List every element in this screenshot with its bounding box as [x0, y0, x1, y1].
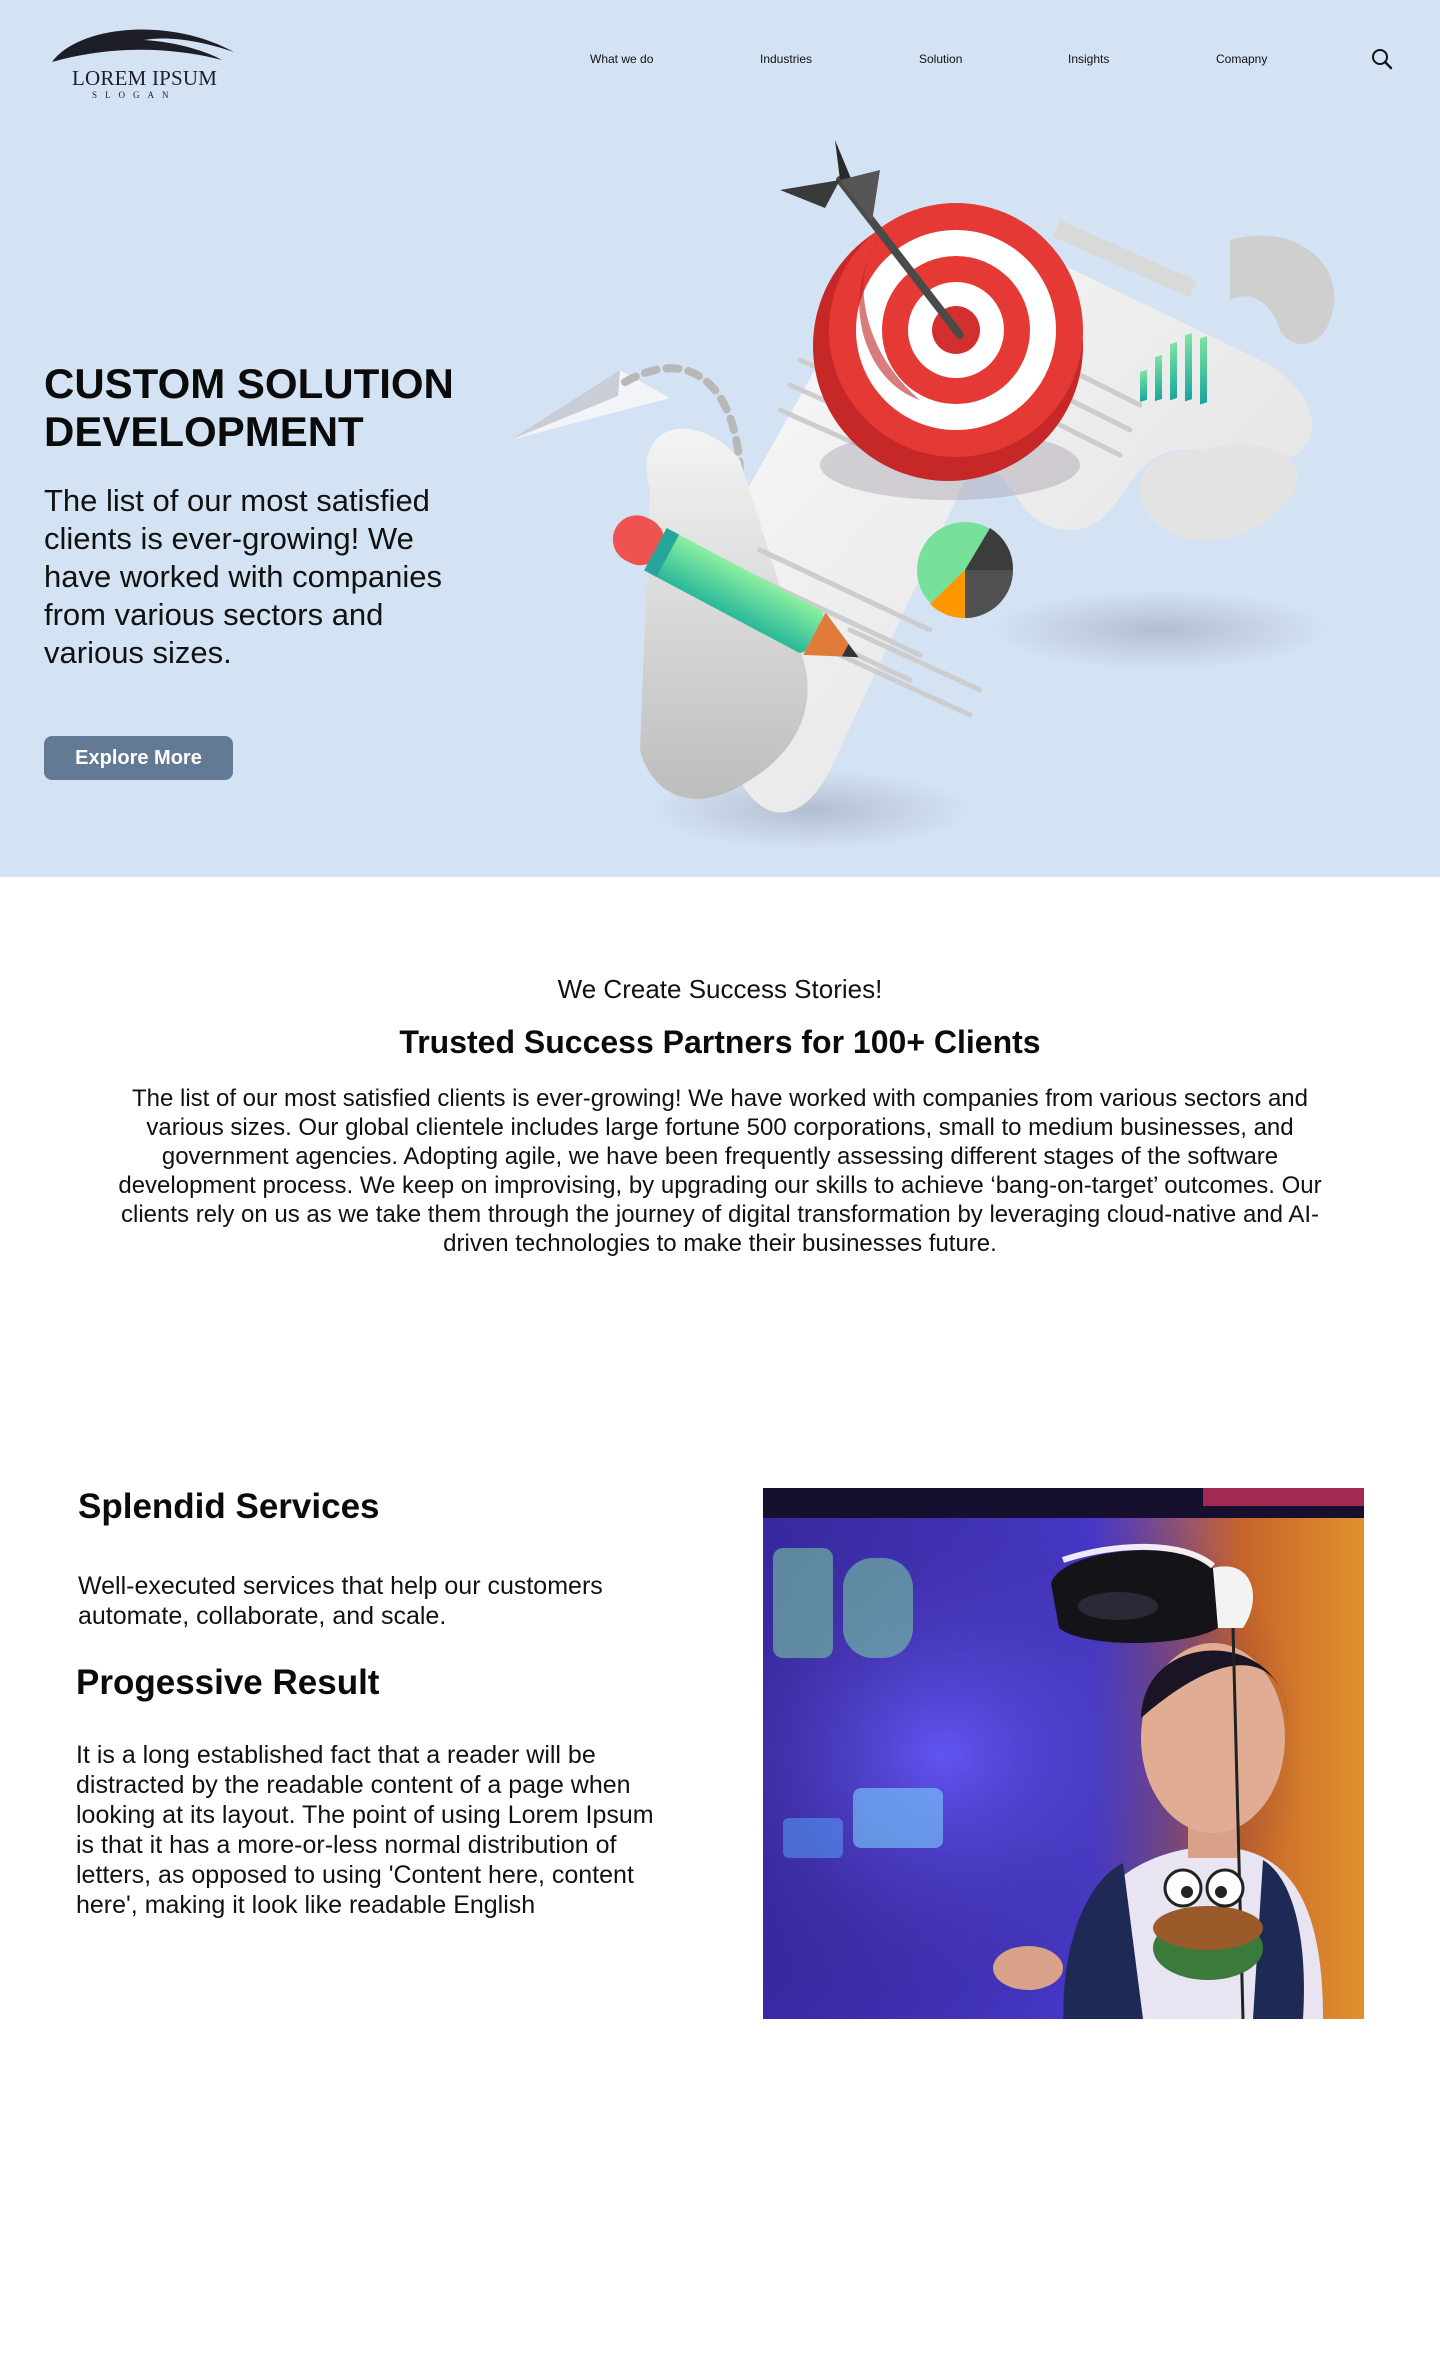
success-kicker: We Create Success Stories! — [557, 974, 883, 1004]
scroll-shadow — [990, 590, 1330, 670]
pie-chart-icon — [917, 522, 1014, 619]
nav-company[interactable]: Comapny — [1216, 52, 1267, 66]
success-title: Trusted Success Partners for 100+ Client… — [399, 1024, 1041, 1060]
nav-what-we-do[interactable]: What we do — [590, 52, 653, 66]
brand-name: LOREM IPSUM — [72, 66, 218, 90]
vr-headset-photo — [763, 1488, 1364, 2019]
result-title: Progessive Result — [76, 1663, 380, 1702]
result-description: It is a long established fact that a rea… — [76, 1741, 654, 1919]
hero-description: The list of our most satisfied clients i… — [44, 483, 443, 670]
services-description: Well-executed services that help our cus… — [78, 1572, 603, 1630]
brand-logo[interactable]: LOREM IPSUM SLOGAN — [48, 16, 238, 102]
search-icon[interactable] — [1370, 47, 1394, 71]
brand-slogan: SLOGAN — [92, 90, 177, 100]
logo-swoosh-icon — [52, 29, 234, 62]
hero-section: LOREM IPSUM SLOGAN What we do Industries… — [0, 0, 1440, 877]
nav-solution[interactable]: Solution — [919, 52, 962, 66]
hero-title: CUSTOM SOLUTION DEVELOPMENT — [44, 360, 454, 455]
explore-more-button[interactable]: Explore More — [44, 736, 233, 780]
hero-illustration — [510, 140, 1335, 850]
success-body: The list of our most satisfied clients i… — [118, 1085, 1322, 1257]
nav-industries[interactable]: Industries — [760, 52, 812, 66]
target-icon — [813, 203, 1083, 500]
nav-insights[interactable]: Insights — [1068, 52, 1109, 66]
services-title: Splendid Services — [78, 1487, 380, 1526]
paper-plane-icon — [510, 370, 670, 440]
